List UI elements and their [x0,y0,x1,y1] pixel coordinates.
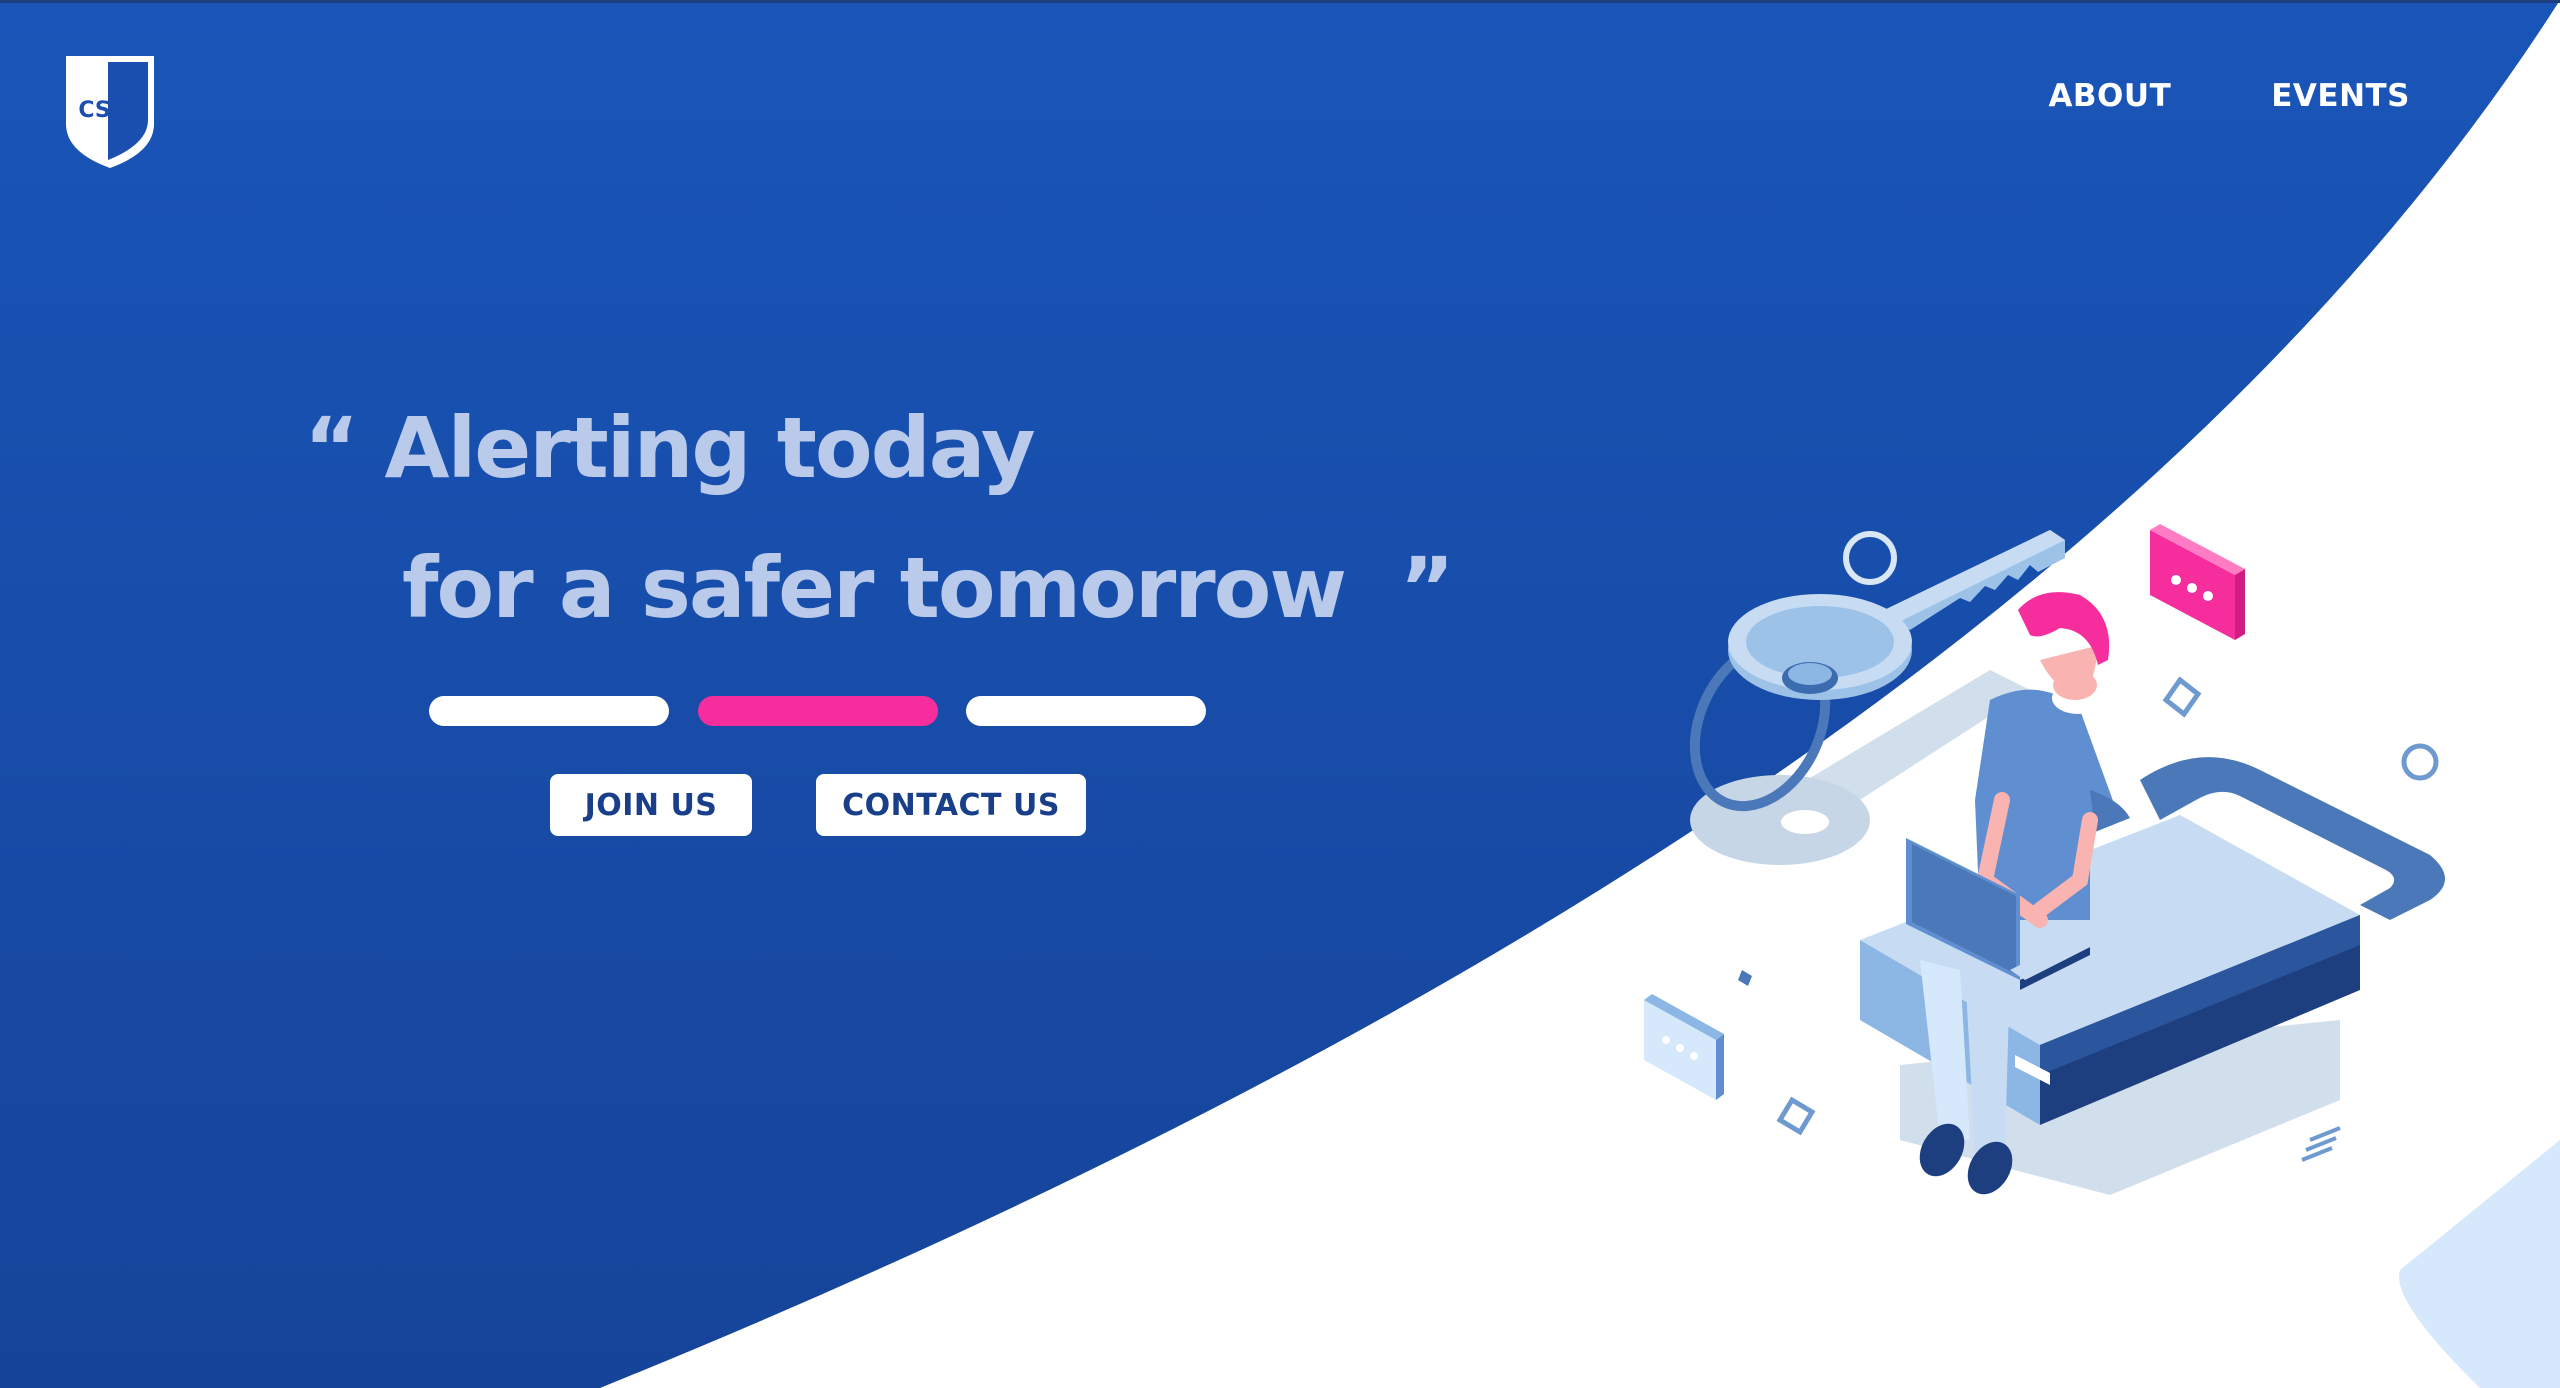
hero-quote-line-1: “ Alerting today [304,399,1036,497]
join-us-button[interactable]: JOIN US [550,774,752,836]
chat-bubble-icon [1644,994,1724,1100]
hero-quote-line-2: for a safer tomorrow ” [402,539,1455,637]
nav-events[interactable]: EVENTS [2271,78,2410,114]
divider-bar-right [966,696,1206,726]
top-nav: ABOUT EVENTS [2048,78,2410,114]
logo-text: CSFS [78,98,141,123]
security-illustration [1644,524,2560,1388]
divider-bar-left [429,696,669,726]
chat-bubble-icon [2150,524,2245,640]
contact-us-button[interactable]: CONTACT US [816,774,1086,836]
shield-logo-icon: CSFS [66,56,154,168]
top-border [0,0,2560,3]
decorative-tile [2399,1140,2560,1388]
nav-about[interactable]: ABOUT [2048,78,2171,114]
divider-bar-middle [698,696,938,726]
csfs-logo[interactable]: CSFS [62,54,158,170]
